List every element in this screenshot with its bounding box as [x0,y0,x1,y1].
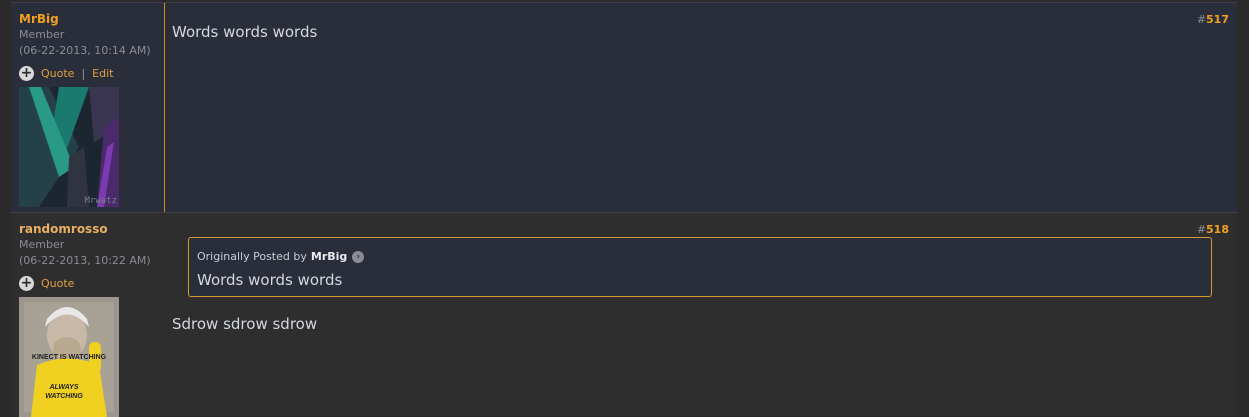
avatar-caption: WATCHING [45,393,83,400]
post-518: randomrosso Member (06-22-2013, 10:22 AM… [11,212,1237,417]
post-sidebar: MrBig Member (06-22-2013, 10:14 AM) + Qu… [11,3,165,212]
quote-box: Originally Posted by MrBig › Words words… [188,237,1212,297]
post-actions: + Quote | Edit [19,65,113,81]
edit-link[interactable]: Edit [92,67,113,80]
post-message: Words words words [172,23,318,41]
quote-prefix: Originally Posted by [197,250,307,263]
username[interactable]: randomrosso [19,222,108,236]
avatar-caption: KINECT IS WATCHING [32,354,107,361]
post-date: (06-22-2013, 10:14 AM) [19,44,151,57]
user-rank: Member [19,238,65,251]
avatar-watermark: Mrwatz [84,196,117,206]
quote-author: MrBig [310,250,348,263]
avatar[interactable]: Mrwatz [19,87,119,207]
post-number[interactable]: #518 [1197,223,1229,236]
quote-text: Words words words [197,271,343,289]
user-rank: Member [19,28,65,41]
post-date: (06-22-2013, 10:22 AM) [19,254,151,267]
avatar-caption: ALWAYS [48,384,78,391]
action-separator: | [81,66,86,80]
username[interactable]: MrBig [19,12,59,26]
plus-icon[interactable]: + [19,65,34,81]
post-number[interactable]: #517 [1197,13,1229,26]
avatar[interactable]: KINECT IS WATCHING ALWAYS WATCHING [19,297,119,417]
post-message: Sdrow sdrow sdrow [172,315,318,333]
post-actions: + Quote [19,275,74,291]
quote-header: Originally Posted by MrBig › [197,250,365,263]
quote-link[interactable]: Quote [41,277,74,290]
plus-icon[interactable]: + [19,275,34,291]
avatar-image: Mrwatz [19,87,119,207]
quote-link[interactable]: Quote [41,67,74,80]
post-sidebar: randomrosso Member (06-22-2013, 10:22 AM… [11,213,164,417]
post-517: MrBig Member (06-22-2013, 10:14 AM) + Qu… [11,2,1237,212]
avatar-image: KINECT IS WATCHING ALWAYS WATCHING [19,297,119,417]
view-post-icon[interactable]: › [352,250,365,263]
